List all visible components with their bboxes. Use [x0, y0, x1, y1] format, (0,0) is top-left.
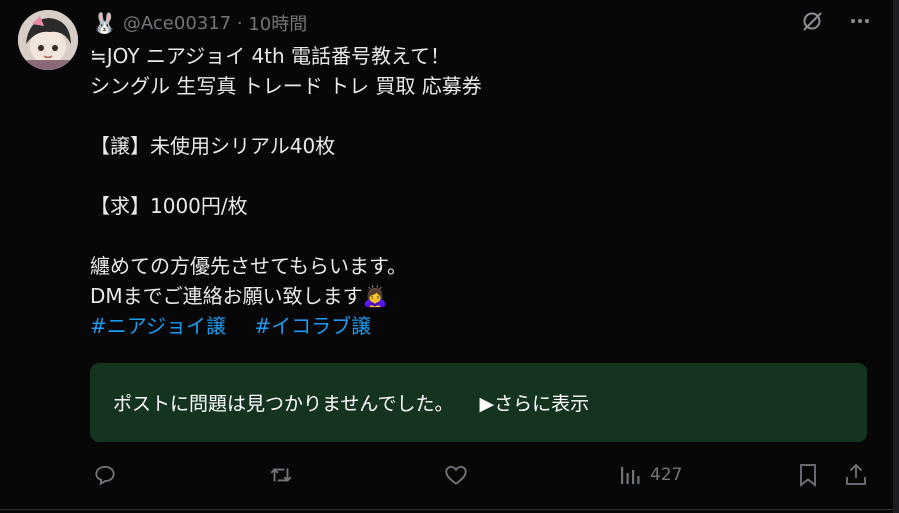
share-icon	[844, 462, 868, 488]
avatar[interactable]	[18, 10, 78, 70]
header-actions	[801, 10, 871, 36]
views-button[interactable]: 427	[618, 460, 682, 490]
views-icon	[618, 463, 642, 487]
reply-icon	[92, 462, 118, 488]
post-line: シングル 生写真 トレード トレ 買取 応募券	[90, 74, 482, 98]
repost-button[interactable]	[268, 460, 294, 490]
hashtags: #ニアジョイ譲 #イコラブ譲	[90, 311, 870, 341]
post-line: 纏めての方優先させてもらいます。	[90, 254, 407, 278]
post-line	[90, 221, 870, 251]
post-time[interactable]: 10時間	[248, 10, 307, 36]
user-handle[interactable]: @Ace00317	[123, 13, 231, 34]
rabbit-emoji: 🐰	[92, 11, 117, 35]
repost-icon	[268, 462, 294, 488]
show-more-link[interactable]: ▶さらに表示	[479, 389, 589, 416]
post-line	[90, 101, 870, 131]
bookmark-icon	[796, 462, 820, 488]
post-header: 🐰 @Ace00317 · 10時間	[92, 10, 307, 36]
post-divider	[0, 509, 893, 510]
bookmark-button[interactable]	[796, 460, 820, 490]
post-line: DMまでご連絡お願い致します🙇‍♀️	[90, 284, 388, 308]
post-line: 【譲】未使用シリアル40枚	[90, 134, 336, 158]
grok-icon[interactable]	[801, 10, 823, 36]
post-line: ≒JOY ニアジョイ 4th 電話番号教えて！	[90, 44, 451, 68]
hashtag-link[interactable]: #ニアジョイ譲	[90, 314, 226, 338]
scrollbar-edge	[893, 0, 899, 513]
action-bar: 427	[90, 460, 868, 490]
like-icon	[443, 462, 469, 488]
separator-dot: ·	[231, 12, 249, 34]
more-icon[interactable]	[849, 10, 871, 36]
post-line: 【求】1000円/枚	[90, 194, 248, 218]
post-line	[90, 161, 870, 191]
context-notice: ポストに問題は見つかりませんでした。 ▶さらに表示	[90, 363, 867, 442]
views-count: 427	[650, 465, 683, 485]
post-text: ≒JOY ニアジョイ 4th 電話番号教えて！ シングル 生写真 トレード トレ…	[90, 41, 870, 341]
hashtag-link[interactable]: #イコラブ譲	[254, 314, 371, 338]
reply-button[interactable]	[92, 460, 118, 490]
like-button[interactable]	[443, 460, 469, 490]
notice-text: ポストに問題は見つかりませんでした。	[113, 393, 454, 415]
share-button[interactable]	[844, 460, 868, 490]
